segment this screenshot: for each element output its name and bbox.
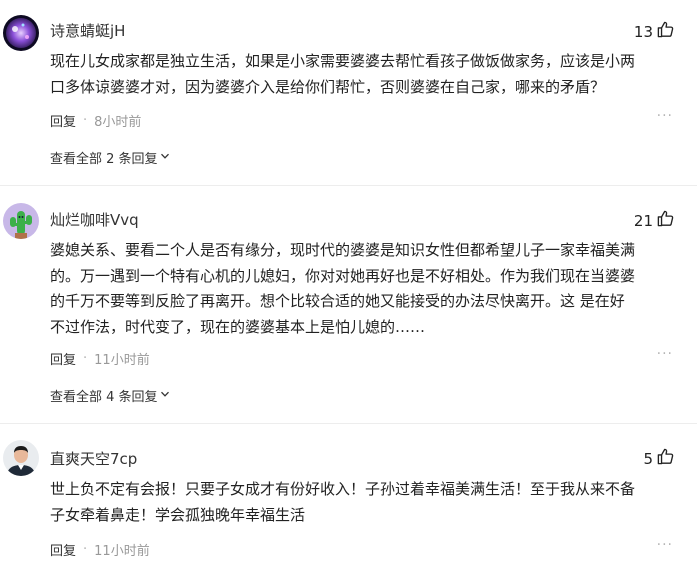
username[interactable]: 灿烂咖啡Vvq bbox=[50, 209, 139, 230]
comment-line: 不过作法，时代变了，现在的婆婆基本上是怕儿媳的…… bbox=[50, 317, 426, 336]
divider bbox=[0, 185, 697, 186]
comment-meta: 回复 · 8小时前 bbox=[50, 111, 141, 130]
comment-line: 子女牵着鼻走！学会孤独晚年幸福生活 bbox=[50, 505, 306, 524]
user-avatar[interactable] bbox=[3, 203, 39, 239]
comment-text: 婆媳关系、要看二个人是否有缘分，现时代的婆婆是知识女性但都希望儿子一家幸福美满 … bbox=[50, 238, 680, 340]
view-replies-button[interactable]: 查看全部 2 条回复 bbox=[50, 148, 170, 167]
view-replies-label: 查看全部 2 条回复 bbox=[50, 152, 158, 167]
chevron-down-icon bbox=[158, 150, 170, 165]
like-button[interactable]: 13 bbox=[634, 20, 675, 43]
ellipsis-icon[interactable]: ··· bbox=[657, 537, 673, 553]
view-replies-label: 查看全部 4 条回复 bbox=[50, 390, 158, 405]
comment-line: 现在儿女成家都是独立生活，如果是小家需要婆婆去帮忙看孩子做饭做家务，应该是小两 bbox=[50, 52, 636, 70]
reply-button[interactable]: 回复 bbox=[50, 540, 76, 559]
comment-line: 的。万一遇到一个特有心机的儿媳妇，你对对她再好也是不好相处。作为我们现在当婆婆 bbox=[50, 266, 636, 285]
like-button[interactable]: 21 bbox=[634, 209, 675, 232]
ellipsis-icon[interactable]: ··· bbox=[657, 346, 673, 362]
chevron-down-icon bbox=[158, 388, 170, 403]
reply-button[interactable]: 回复 bbox=[50, 111, 76, 130]
like-count: 13 bbox=[633, 22, 653, 41]
like-count: 5 bbox=[643, 449, 653, 468]
like-button[interactable]: 5 bbox=[643, 447, 675, 470]
comment-line: 的千万不要等到反脸了再离开。想个比较合适的她又能接受的办法尽快离开。这 是在好 bbox=[50, 292, 625, 310]
reply-button[interactable]: 回复 bbox=[50, 349, 76, 368]
separator-dot: · bbox=[83, 113, 88, 128]
username[interactable]: 诗意蜻蜓jH bbox=[50, 20, 125, 41]
divider bbox=[0, 423, 697, 424]
comment-meta: 回复 · 11小时前 bbox=[50, 540, 150, 559]
ellipsis-icon[interactable]: ··· bbox=[657, 108, 673, 124]
separator-dot: · bbox=[83, 351, 88, 366]
comment-text: 世上负不定有会报！只要子女成才有份好收入！子孙过着幸福美满生活！至于我从来不备 … bbox=[50, 477, 680, 528]
timestamp: 8小时前 bbox=[94, 115, 142, 130]
view-replies-button[interactable]: 查看全部 4 条回复 bbox=[50, 386, 170, 405]
separator-dot: · bbox=[83, 542, 88, 557]
comment-line: 婆媳关系、要看二个人是否有缘分，现时代的婆婆是知识女性但都希望儿子一家幸福美满 bbox=[50, 241, 636, 259]
like-count: 21 bbox=[633, 211, 653, 230]
comment-line: 世上负不定有会报！只要子女成才有份好收入！子孙过着幸福美满生活！至于我从来不备 bbox=[50, 480, 636, 498]
user-avatar[interactable] bbox=[3, 440, 39, 476]
username[interactable]: 直爽天空7cp bbox=[50, 448, 137, 469]
thumbs-up-icon bbox=[656, 209, 675, 232]
comment-meta: 回复 · 11小时前 bbox=[50, 349, 150, 368]
thumbs-up-icon bbox=[656, 20, 675, 43]
thumbs-up-icon bbox=[656, 447, 675, 470]
user-avatar[interactable] bbox=[3, 15, 39, 51]
comment-line: 口多体谅婆婆才对，因为婆婆介入是给你们帮忙，否则婆婆在自己家，哪来的矛盾？ bbox=[50, 77, 606, 96]
timestamp: 11小时前 bbox=[94, 353, 150, 368]
timestamp: 11小时前 bbox=[94, 544, 150, 559]
comment-text: 现在儿女成家都是独立生活，如果是小家需要婆婆去帮忙看孩子做饭做家务，应该是小两 … bbox=[50, 49, 680, 100]
